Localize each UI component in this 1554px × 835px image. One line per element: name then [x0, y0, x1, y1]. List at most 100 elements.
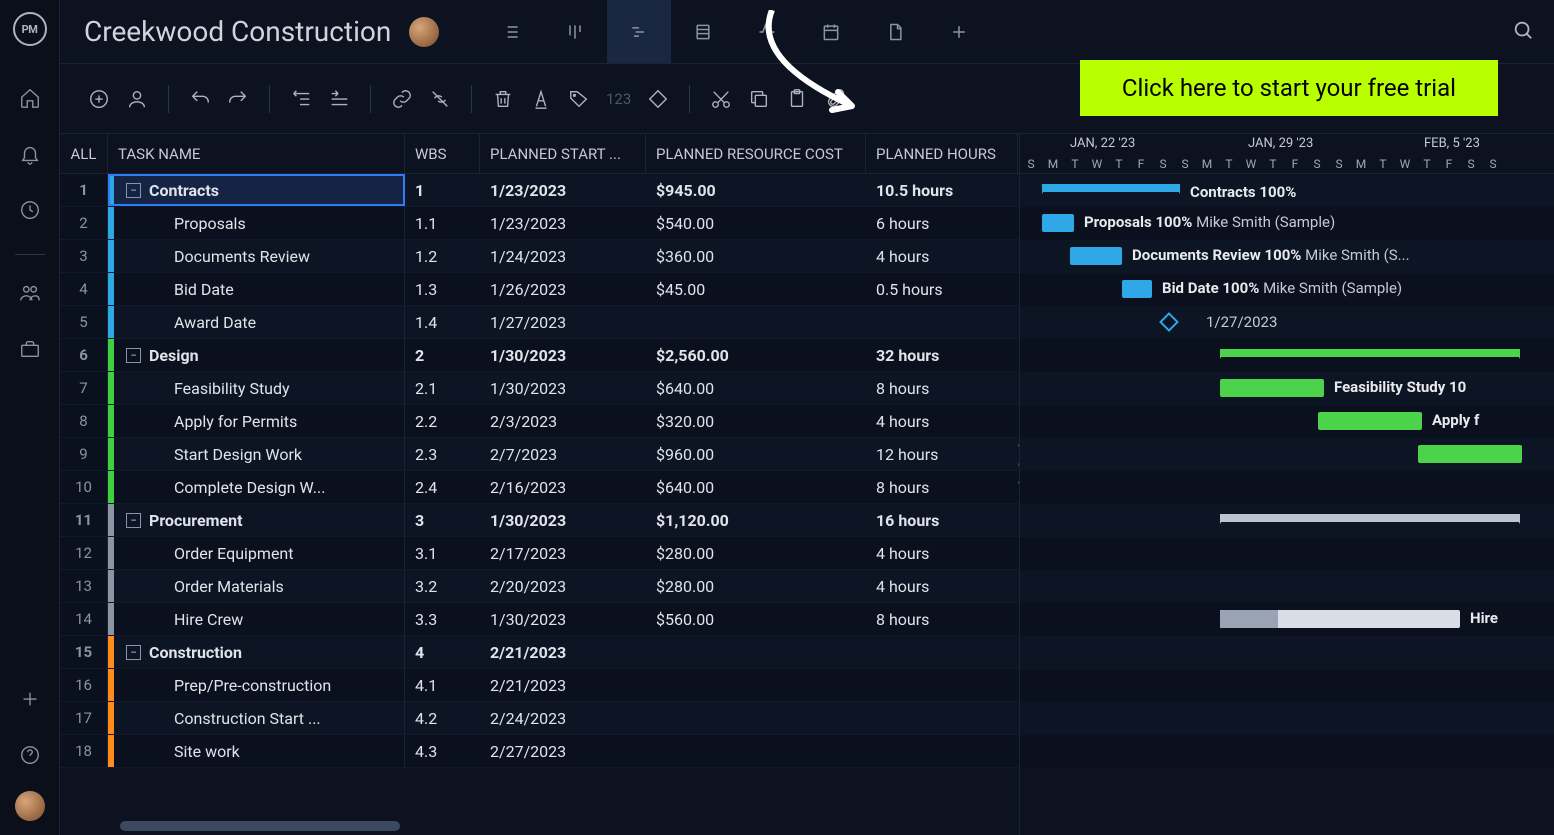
gantt-chart[interactable]: JAN, 22 '23JAN, 29 '23FEB, 5 '23 SMTWTFS…	[1020, 134, 1554, 835]
table-row[interactable]: 4Bid Date1.31/26/2023$45.000.5 hours	[60, 273, 1019, 306]
cell-cost[interactable]: $960.00	[646, 438, 866, 470]
task-name-cell[interactable]: −Design	[108, 339, 405, 371]
cell-cost[interactable]	[646, 636, 866, 668]
task-name-cell[interactable]: Proposals	[108, 207, 405, 239]
cell-start[interactable]: 1/23/2023	[480, 207, 646, 239]
col-header-hours[interactable]: PLANNED HOURS	[866, 134, 1018, 173]
table-row[interactable]: 8Apply for Permits2.22/3/2023$320.004 ho…	[60, 405, 1019, 438]
gantt-row[interactable]	[1020, 471, 1554, 504]
gantt-task-bar[interactable]: Proposals 100% Mike Smith (Sample)	[1042, 214, 1074, 232]
help-icon[interactable]	[10, 735, 50, 775]
project-title[interactable]: Creekwood Construction	[84, 15, 391, 48]
numbering-label[interactable]: 123	[600, 90, 637, 108]
table-row[interactable]: 18Site work4.32/27/2023	[60, 735, 1019, 768]
attachment-icon[interactable]	[818, 82, 852, 116]
gantt-task-bar[interactable]	[1418, 445, 1522, 463]
cell-wbs[interactable]: 1.3	[405, 273, 480, 305]
link-icon[interactable]	[385, 82, 419, 116]
cell-cost[interactable]: $280.00	[646, 537, 866, 569]
copy-icon[interactable]	[742, 82, 776, 116]
gantt-task-bar[interactable]: Hire	[1220, 610, 1460, 628]
cell-start[interactable]: 2/21/2023	[480, 669, 646, 701]
tag-icon[interactable]	[562, 82, 596, 116]
unlink-icon[interactable]	[423, 82, 457, 116]
cell-hours[interactable]	[866, 669, 1018, 701]
cell-hours[interactable]: 6 hours	[866, 207, 1018, 239]
view-sheet-icon[interactable]	[671, 0, 735, 63]
bell-icon[interactable]	[10, 134, 50, 174]
collapse-toggle-icon[interactable]: −	[126, 645, 141, 660]
table-row[interactable]: 2Proposals1.11/23/2023$540.006 hours	[60, 207, 1019, 240]
task-name-cell[interactable]: Hire Crew	[108, 603, 405, 635]
view-calendar-icon[interactable]	[799, 0, 863, 63]
gantt-summary-bar[interactable]: Contracts 100%	[1042, 184, 1180, 192]
table-row[interactable]: 1−Contracts11/23/2023$945.0010.5 hours	[60, 174, 1019, 207]
cell-cost[interactable]: $945.00	[646, 174, 866, 206]
gantt-row[interactable]	[1020, 504, 1554, 537]
task-name-cell[interactable]: Bid Date	[108, 273, 405, 305]
table-row[interactable]: 12Order Equipment3.12/17/2023$280.004 ho…	[60, 537, 1019, 570]
cell-wbs[interactable]: 4.2	[405, 702, 480, 734]
cell-cost[interactable]: $360.00	[646, 240, 866, 272]
cell-cost[interactable]: $640.00	[646, 471, 866, 503]
cell-cost[interactable]: $320.00	[646, 405, 866, 437]
task-name-cell[interactable]: −Procurement	[108, 504, 405, 536]
cell-hours[interactable]: 8 hours	[866, 372, 1018, 404]
user-avatar[interactable]	[15, 791, 45, 821]
gantt-task-bar[interactable]: Documents Review 100% Mike Smith (S...	[1070, 247, 1122, 265]
cell-wbs[interactable]: 1.4	[405, 306, 480, 338]
table-row[interactable]: 6−Design21/30/2023$2,560.0032 hours	[60, 339, 1019, 372]
people-icon[interactable]	[10, 273, 50, 313]
cell-wbs[interactable]: 4.1	[405, 669, 480, 701]
gantt-row[interactable]	[1020, 702, 1554, 735]
gantt-row[interactable]: Feasibility Study 10	[1020, 372, 1554, 405]
cell-wbs[interactable]: 2.2	[405, 405, 480, 437]
search-icon[interactable]	[1512, 19, 1534, 45]
cell-wbs[interactable]: 2	[405, 339, 480, 371]
undo-icon[interactable]	[183, 82, 217, 116]
collapse-toggle-icon[interactable]: −	[126, 348, 141, 363]
cell-cost[interactable]	[646, 669, 866, 701]
text-style-icon[interactable]	[524, 82, 558, 116]
briefcase-icon[interactable]	[10, 329, 50, 369]
cell-hours[interactable]: 4 hours	[866, 537, 1018, 569]
gantt-row[interactable]: Documents Review 100% Mike Smith (S...	[1020, 240, 1554, 273]
gantt-row[interactable]: Bid Date 100% Mike Smith (Sample)	[1020, 273, 1554, 306]
table-row[interactable]: 3Documents Review1.21/24/2023$360.004 ho…	[60, 240, 1019, 273]
cell-cost[interactable]	[646, 702, 866, 734]
cell-wbs[interactable]: 1	[405, 174, 480, 206]
plus-icon[interactable]	[10, 679, 50, 719]
cell-hours[interactable]: 4 hours	[866, 570, 1018, 602]
cell-cost[interactable]: $45.00	[646, 273, 866, 305]
cell-cost[interactable]: $640.00	[646, 372, 866, 404]
table-row[interactable]: 7Feasibility Study2.11/30/2023$640.008 h…	[60, 372, 1019, 405]
cell-start[interactable]: 1/23/2023	[480, 174, 646, 206]
cell-start[interactable]: 1/30/2023	[480, 339, 646, 371]
gantt-milestone[interactable]	[1159, 312, 1179, 332]
cell-hours[interactable]	[866, 636, 1018, 668]
gantt-row[interactable]: 1/27/2023	[1020, 306, 1554, 339]
gantt-summary-bar[interactable]	[1220, 514, 1520, 522]
cell-start[interactable]: 2/27/2023	[480, 735, 646, 767]
redo-icon[interactable]	[221, 82, 255, 116]
view-gantt-icon[interactable]	[607, 0, 671, 63]
view-activity-icon[interactable]	[735, 0, 799, 63]
cell-wbs[interactable]: 1.1	[405, 207, 480, 239]
gantt-summary-bar[interactable]	[1220, 349, 1520, 357]
cell-hours[interactable]: 8 hours	[866, 603, 1018, 635]
cell-hours[interactable]: 8 hours	[866, 471, 1018, 503]
task-name-cell[interactable]: −Construction	[108, 636, 405, 668]
cell-wbs[interactable]: 3	[405, 504, 480, 536]
table-row[interactable]: 16Prep/Pre-construction4.12/21/2023	[60, 669, 1019, 702]
gantt-row[interactable]	[1020, 669, 1554, 702]
home-icon[interactable]	[10, 78, 50, 118]
task-name-cell[interactable]: Documents Review	[108, 240, 405, 272]
cell-wbs[interactable]: 2.4	[405, 471, 480, 503]
cell-wbs[interactable]: 3.2	[405, 570, 480, 602]
cell-start[interactable]: 1/30/2023	[480, 603, 646, 635]
task-name-cell[interactable]: Construction Start ...	[108, 702, 405, 734]
cta-banner[interactable]: Click here to start your free trial	[1080, 60, 1498, 116]
col-header-cost[interactable]: PLANNED RESOURCE COST	[646, 134, 866, 173]
cell-wbs[interactable]: 4	[405, 636, 480, 668]
gantt-row[interactable]	[1020, 636, 1554, 669]
